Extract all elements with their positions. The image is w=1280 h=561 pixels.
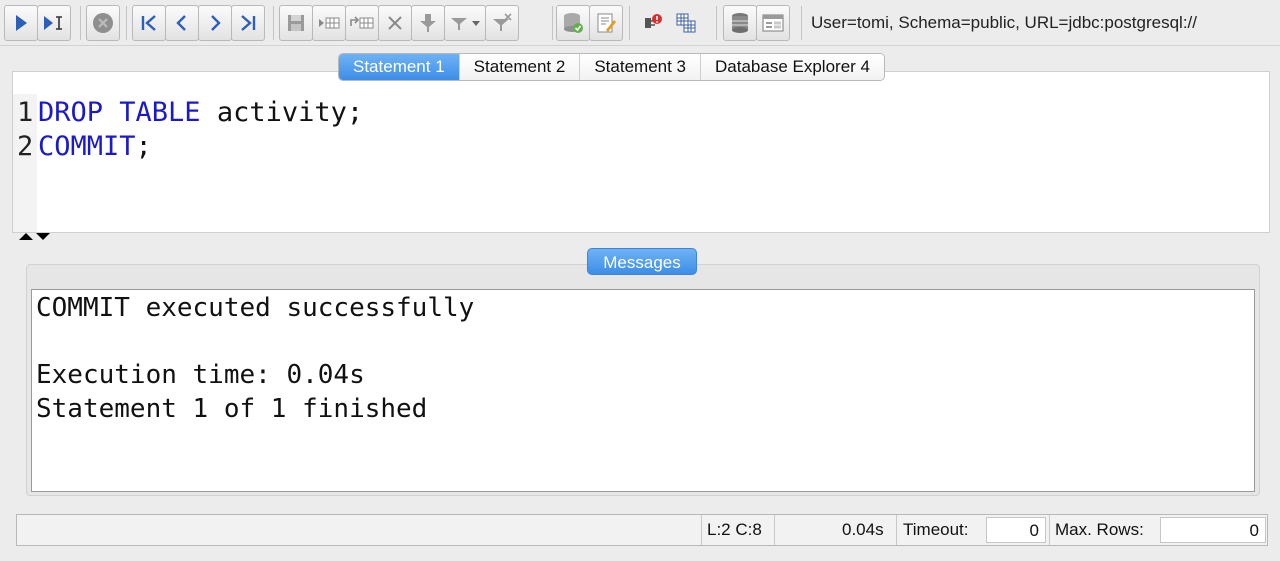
data-edit-group: [279, 5, 519, 41]
sql-keyword: DROP TABLE: [38, 97, 201, 128]
code-line[interactable]: 1 DROP TABLE activity;: [17, 96, 363, 130]
next-icon[interactable]: [198, 5, 232, 41]
tab-statement-2[interactable]: Statement 2: [458, 54, 580, 80]
run-step-icon[interactable]: [37, 5, 71, 41]
save-icon[interactable]: [279, 5, 313, 41]
connection-info: User=tomi, Schema=public, URL=jdbc:postg…: [811, 13, 1197, 32]
tab-messages[interactable]: Messages: [587, 248, 697, 275]
database-group: [556, 5, 623, 41]
splitter-handle[interactable]: [18, 231, 52, 243]
messages-output[interactable]: COMMIT executed successfully Execution ti…: [31, 289, 1255, 492]
execution-time: 0.04s: [842, 520, 884, 539]
previous-icon[interactable]: [165, 5, 199, 41]
timeout-input[interactable]: 0: [986, 517, 1046, 543]
line-number: 2: [17, 131, 34, 162]
grid-icon[interactable]: [669, 5, 703, 41]
clear-filter-icon[interactable]: [485, 5, 519, 41]
toolbar: User=tomi, Schema=public, URL=jdbc:postg…: [0, 0, 1280, 46]
delete-icon[interactable]: [378, 5, 412, 41]
line-number: 1: [17, 97, 34, 128]
tab-statement-3[interactable]: Statement 3: [579, 54, 701, 80]
code-line[interactable]: 2 COMMIT;: [17, 130, 363, 164]
insert-row-icon[interactable]: [312, 5, 346, 41]
timeout-label: Timeout:: [903, 520, 969, 539]
max-rows-input[interactable]: 0: [1160, 517, 1266, 543]
duplicate-row-icon[interactable]: [345, 5, 379, 41]
table-icon[interactable]: [723, 5, 757, 41]
tab-statement-4[interactable]: Database Explorer 4: [700, 54, 884, 80]
database-check-icon[interactable]: [556, 5, 590, 41]
status-bar: L:2 C:8 0.04s Timeout: 0 Max. Rows: 0: [16, 514, 1268, 546]
message-line: COMMIT executed successfully: [36, 293, 475, 323]
view-group: [723, 5, 790, 41]
filter-icon[interactable]: [411, 5, 445, 41]
max-rows-label: Max. Rows:: [1055, 520, 1144, 539]
navigation-group: [132, 5, 265, 41]
cursor-position: L:2 C:8: [707, 520, 762, 539]
sql-workbench-window: User=tomi, Schema=public, URL=jdbc:postg…: [0, 0, 1280, 561]
sql-text: activity;: [200, 97, 364, 128]
connection-group: [636, 5, 703, 41]
last-icon[interactable]: [231, 5, 265, 41]
code-area[interactable]: 1 DROP TABLE activity; 2 COMMIT;: [17, 96, 363, 164]
filter-dropdown-icon[interactable]: [444, 5, 486, 41]
first-icon[interactable]: [132, 5, 166, 41]
message-line: [36, 326, 1250, 360]
sql-editor[interactable]: 1 DROP TABLE activity; 2 COMMIT;: [12, 71, 1270, 233]
sql-keyword: COMMIT: [38, 131, 136, 162]
statement-tabs: Statement 1 Statement 2 Statement 3 Databas…: [338, 53, 885, 81]
execute-group: [4, 5, 71, 41]
sql-text: ;: [135, 131, 152, 162]
splitter-arrows-icon[interactable]: [18, 231, 52, 241]
database-edit-icon[interactable]: [589, 5, 623, 41]
form-icon[interactable]: [756, 5, 790, 41]
stop-icon[interactable]: [86, 5, 120, 41]
run-statement-icon[interactable]: [4, 5, 38, 41]
cancel-connection-icon[interactable]: [636, 5, 670, 41]
message-line: Execution time: 0.04s: [36, 360, 365, 390]
message-line: Statement 1 of 1 finished: [36, 393, 428, 424]
tab-statement-1[interactable]: Statement 1: [339, 54, 459, 80]
